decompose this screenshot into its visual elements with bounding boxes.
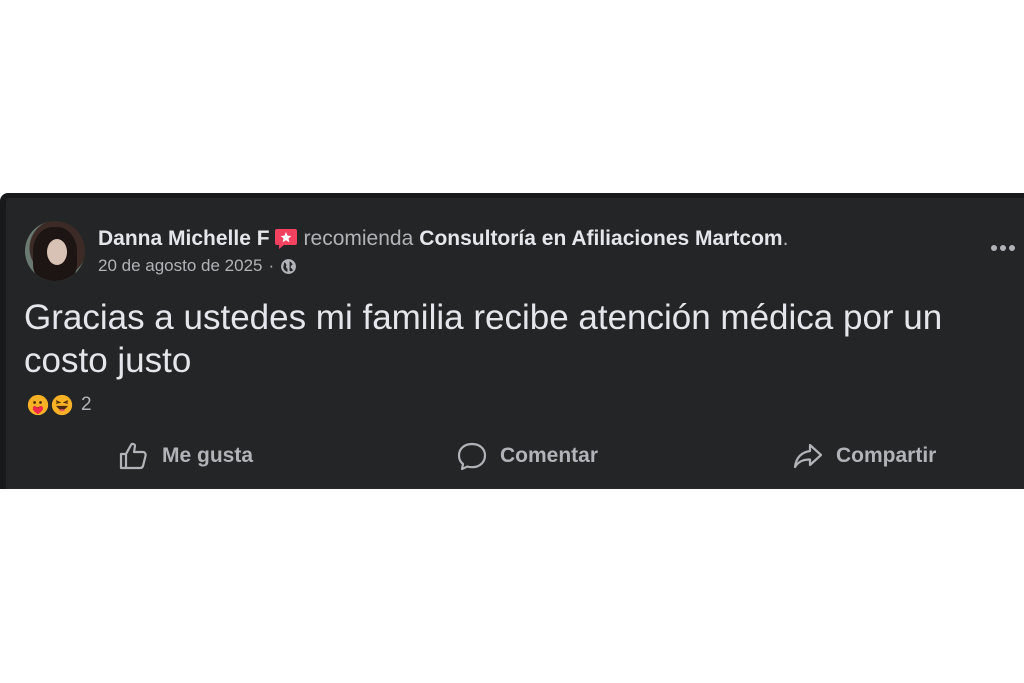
post-meta: 20 de agosto de 2025 · [98,256,297,276]
post-card: Danna Michelle F recomienda Consultoría … [0,193,1024,489]
avatar-face [47,239,67,265]
comment-bubble-icon [457,442,487,471]
share-label: Compartir [836,444,937,467]
more-options-button[interactable] [988,236,1018,260]
globe-icon[interactable] [280,258,297,275]
post-body-text: Gracias a ustedes mi familia recibe aten… [24,298,943,380]
care-reaction-icon [25,392,51,418]
post-date[interactable]: 20 de agosto de 2025 [98,256,262,276]
like-button[interactable]: Me gusta [118,434,253,478]
comment-label: Comentar [500,444,599,467]
reaction-count: 2 [81,394,92,415]
post-header: Danna Michelle F recomienda Consultoría … [98,225,788,253]
like-label: Me gusta [162,444,254,467]
recommends-text: recomienda [303,227,414,250]
haha-reaction-icon [49,392,75,418]
post-actions-bar: Me gusta Comentar Compartir [6,434,1024,478]
share-button[interactable]: Compartir [792,434,936,478]
thumbs-up-icon [119,442,147,470]
meta-separator: · [268,256,275,275]
reactions-summary[interactable]: 2 [25,392,92,418]
recommend-badge-icon [274,228,298,250]
more-dots-icon [991,245,1015,251]
comment-button[interactable]: Comentar [456,434,598,478]
author-name[interactable]: Danna Michelle F [98,227,270,251]
page-name-link[interactable]: Consultoría en Afiliaciones Martcom [419,227,782,251]
author-avatar[interactable] [25,221,85,281]
header-period: . [782,227,789,250]
share-arrow-icon [793,443,823,469]
